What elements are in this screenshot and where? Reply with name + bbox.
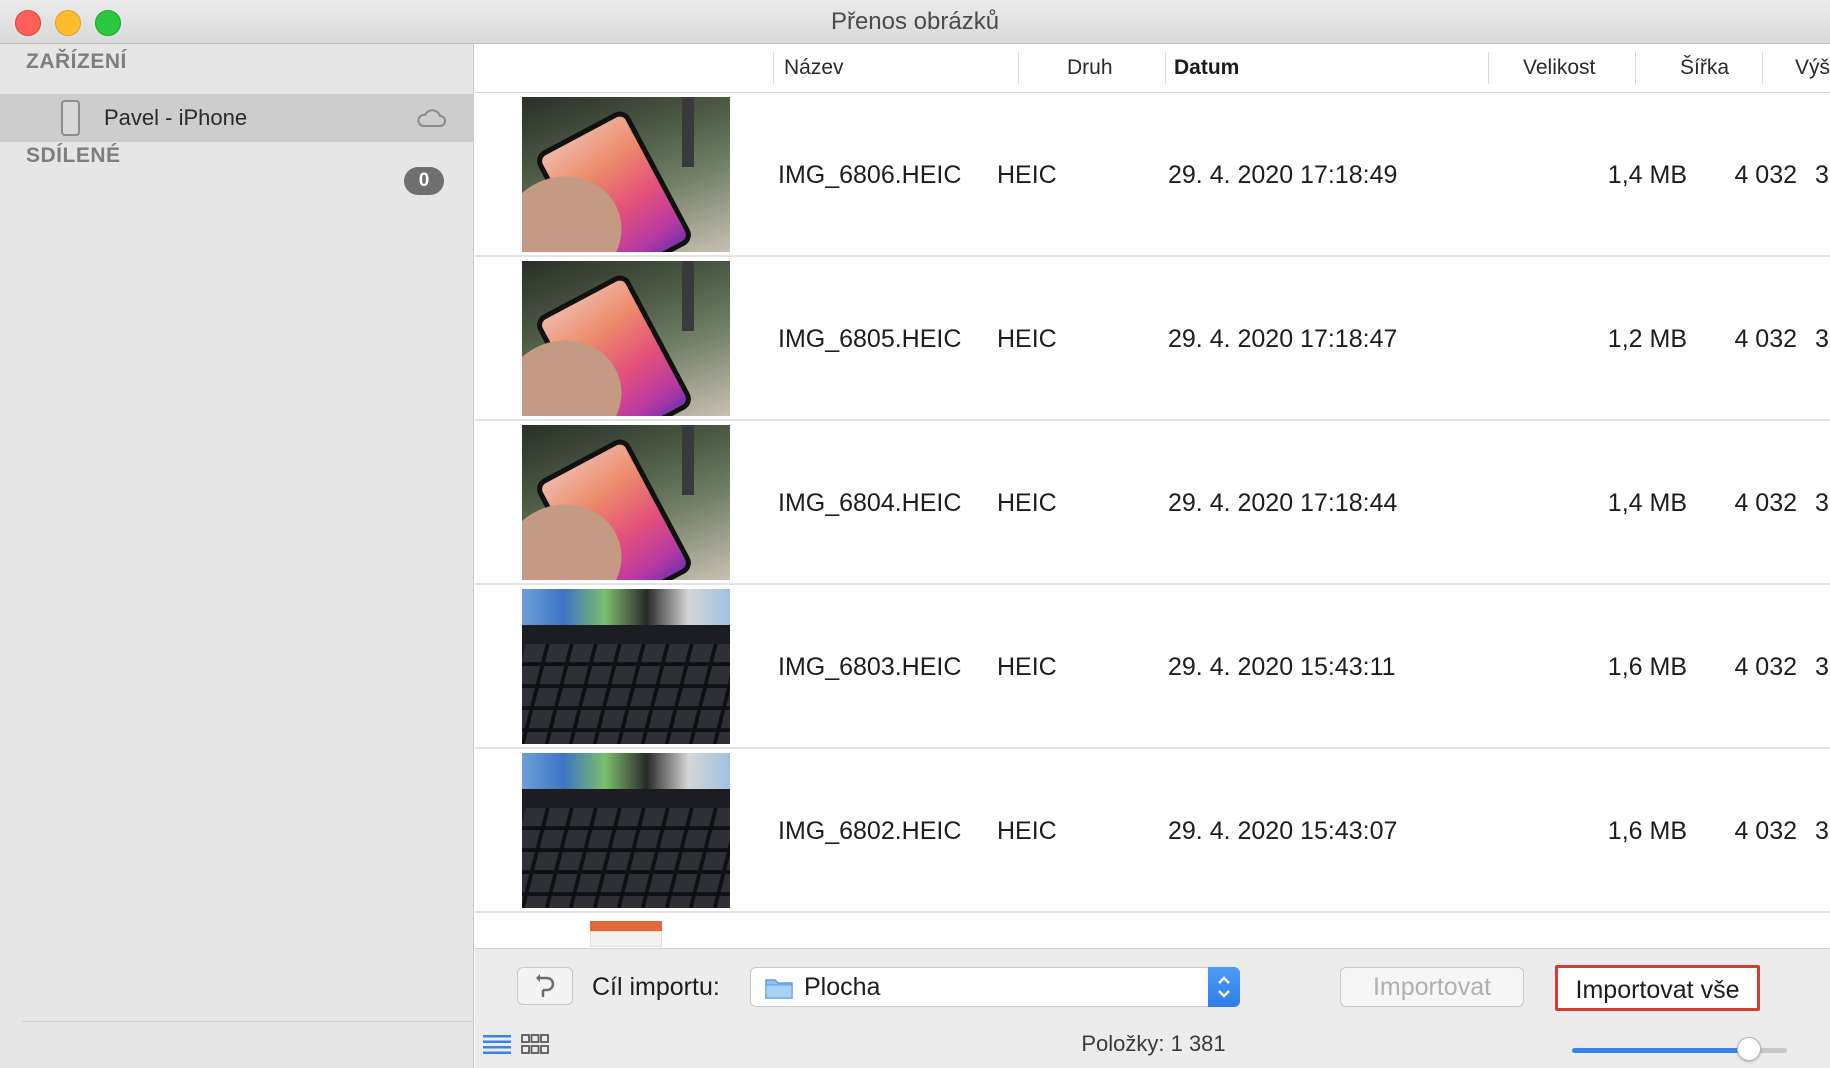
table-row[interactable]: IMG_6806.HEIC HEIC 29. 4. 2020 17:18:49 … [475, 93, 1830, 257]
cell-name: IMG_6805.HEIC [778, 325, 962, 353]
cell-kind: HEIC [997, 325, 1057, 353]
image-list[interactable]: IMG_6806.HEIC HEIC 29. 4. 2020 17:18:49 … [475, 93, 1830, 948]
item-count-status: Položky: 1 381 [1081, 1031, 1226, 1056]
sidebar: ZAŘÍZENÍ Pavel - iPhone SDÍLENÉ 0 [0, 44, 474, 1068]
cell-width: 4 032 [1734, 489, 1797, 517]
window-title: Přenos obrázků [830, 8, 1000, 35]
title-bar: Přenos obrázků [0, 0, 1830, 44]
column-separator [1635, 52, 1636, 84]
cell-name: IMG_6806.HEIC [778, 161, 962, 189]
cell-width: 4 032 [1734, 653, 1797, 681]
cell-kind: HEIC [997, 653, 1057, 681]
cloud-icon [417, 109, 446, 127]
cell-name: IMG_6802.HEIC [778, 817, 962, 845]
iphone-icon [61, 100, 80, 136]
thumbnail-image [522, 425, 730, 580]
cell-date: 29. 4. 2020 17:18:44 [1168, 489, 1398, 517]
column-header-size[interactable]: Velikost [1523, 44, 1595, 92]
thumbnail-image [522, 917, 730, 948]
thumbnail-image [522, 753, 730, 908]
column-header-name[interactable]: Název [784, 44, 844, 92]
cell-kind: HEIC [997, 489, 1057, 517]
cell-height: 3 [1815, 817, 1829, 845]
cell-size: 1,4 MB [1607, 161, 1687, 189]
column-separator [1762, 52, 1763, 84]
cell-name: IMG_6804.HEIC [778, 489, 962, 517]
cell-name: IMG_6803.HEIC [778, 653, 962, 681]
shared-count-badge: 0 [404, 167, 444, 195]
cell-height: 3 [1815, 161, 1829, 189]
table-row[interactable]: IMG_6802.HEIC HEIC 29. 4. 2020 15:43:07 … [475, 749, 1830, 913]
import-destination-select[interactable]: Plocha [750, 967, 1240, 1007]
sidebar-divider [22, 1021, 474, 1022]
cell-size: 1,6 MB [1607, 653, 1687, 681]
column-separator [773, 52, 774, 84]
import-destination-value: Plocha [804, 973, 881, 1001]
cell-width: 4 032 [1734, 325, 1797, 353]
table-header: Název Druh Datum Velikost Šířka Výš [475, 44, 1830, 93]
column-header-height[interactable]: Výš [1795, 44, 1830, 92]
import-all-button[interactable]: Importovat vše [1555, 965, 1760, 1011]
cell-size: 1,4 MB [1607, 489, 1687, 517]
cell-height: 3 [1815, 653, 1829, 681]
cell-kind: HEIC [997, 817, 1057, 845]
cell-width: 4 032 [1734, 817, 1797, 845]
cell-height: 3 [1815, 325, 1829, 353]
cell-size: 1,2 MB [1607, 325, 1687, 353]
thumbnail-size-slider-knob[interactable] [1737, 1037, 1761, 1061]
import-button[interactable]: Importovat [1340, 967, 1524, 1007]
column-separator [1165, 52, 1166, 84]
thumbnail-image [522, 97, 730, 252]
rotate-button[interactable] [517, 967, 573, 1005]
thumbnail-image [522, 589, 730, 744]
cell-height: 3 [1815, 489, 1829, 517]
column-header-date[interactable]: Datum [1174, 44, 1239, 92]
shared-heading: SDÍLENÉ [26, 144, 121, 167]
column-separator [1488, 52, 1489, 84]
cell-kind: HEIC [997, 161, 1057, 189]
bottom-toolbar: Cíl importu: Plocha Importovat Importova… [475, 948, 1830, 1068]
thumbnail-image [522, 261, 730, 416]
column-header-width[interactable]: Šířka [1680, 44, 1729, 92]
rotate-icon [536, 974, 555, 997]
image-capture-window: Přenos obrázků ZAŘÍZENÍ Pavel - iPhone S… [0, 0, 1830, 1068]
device-name: Pavel - iPhone [104, 105, 248, 130]
devices-heading: ZAŘÍZENÍ [26, 50, 127, 73]
cell-date: 29. 4. 2020 15:43:07 [1168, 817, 1398, 845]
column-separator [1018, 52, 1019, 84]
cell-date: 29. 4. 2020 17:18:49 [1168, 161, 1398, 189]
table-row[interactable]: IMG_6804.HEIC HEIC 29. 4. 2020 17:18:44 … [475, 421, 1830, 585]
table-row[interactable]: IMG_6805.HEIC HEIC 29. 4. 2020 17:18:47 … [475, 257, 1830, 421]
cell-date: 29. 4. 2020 17:18:47 [1168, 325, 1398, 353]
table-row-partial[interactable] [475, 913, 1830, 948]
column-header-kind[interactable]: Druh [1067, 44, 1113, 92]
table-row[interactable]: IMG_6803.HEIC HEIC 29. 4. 2020 15:43:11 … [475, 585, 1830, 749]
cell-width: 4 032 [1734, 161, 1797, 189]
import-destination-label: Cíl importu: [592, 973, 720, 1001]
select-stepper-icon[interactable] [1208, 967, 1240, 1007]
cell-size: 1,6 MB [1607, 817, 1687, 845]
folder-icon [765, 979, 793, 999]
sidebar-item-device[interactable]: Pavel - iPhone [0, 94, 474, 142]
cell-date: 29. 4. 2020 15:43:11 [1168, 653, 1396, 681]
